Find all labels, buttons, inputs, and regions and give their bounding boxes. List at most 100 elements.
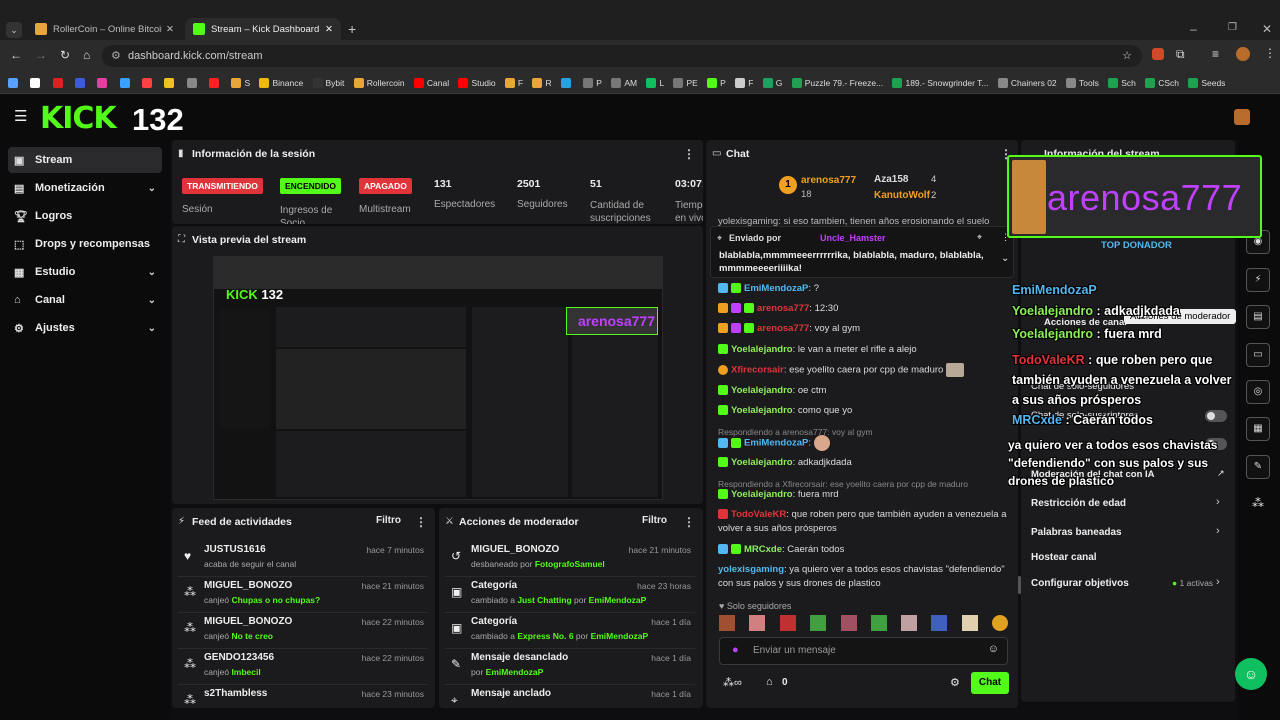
- emote[interactable]: [810, 615, 826, 631]
- kick-logo[interactable]: KICK: [40, 101, 117, 136]
- bookmark-item[interactable]: Bybit: [312, 72, 344, 93]
- extensions-icon[interactable]: ⧉: [1176, 47, 1185, 62]
- top-gifter-name[interactable]: KanutoWolf: [874, 190, 930, 201]
- tab-kick-dashboard[interactable]: Stream – Kick Dashboard ✕: [185, 18, 341, 40]
- forward-icon[interactable]: →: [35, 48, 47, 62]
- tab-rollercoin[interactable]: RollerCoin – Online Bitcoin Mini ✕: [27, 18, 182, 40]
- emote[interactable]: [780, 615, 796, 631]
- broadcast-icon[interactable]: ◎: [1246, 380, 1270, 404]
- bookmark-icon[interactable]: [186, 72, 200, 93]
- chat-settings-icon[interactable]: ⚙: [950, 676, 960, 689]
- bookmark-icon[interactable]: [52, 72, 66, 93]
- minimize-button[interactable]: –: [1190, 22, 1197, 36]
- filter-button[interactable]: Filtro: [376, 515, 401, 526]
- points-icon[interactable]: ⁂∞: [723, 676, 742, 689]
- bookmark-icon[interactable]: [164, 72, 177, 93]
- emote[interactable]: [841, 615, 857, 631]
- stream-preview-video[interactable]: KICK 132 arenosa777: [213, 256, 663, 500]
- bookmark-item[interactable]: Puzzle 79.- Freeze...: [791, 72, 883, 93]
- top-gifter-name[interactable]: Aza158: [874, 174, 908, 185]
- more-options-icon[interactable]: ⋮: [683, 147, 695, 161]
- hamburger-menu-icon[interactable]: ☰: [14, 107, 27, 125]
- feed-user[interactable]: MIGUEL_BONOZO: [204, 616, 292, 627]
- top-gifter-name[interactable]: arenosa777: [801, 175, 856, 186]
- unpin-icon[interactable]: ⌖: [977, 232, 982, 243]
- chat-user[interactable]: MRCxde: [744, 544, 782, 555]
- clip-icon[interactable]: ▦: [1246, 417, 1270, 441]
- bookmark-icon[interactable]: [97, 72, 110, 93]
- points-icon[interactable]: ⁂: [1252, 496, 1264, 510]
- extension-icon[interactable]: [1152, 48, 1164, 60]
- chat-bubble-icon[interactable]: ▭: [1246, 343, 1270, 367]
- notes-icon[interactable]: ▤: [1246, 305, 1270, 329]
- bolt-icon[interactable]: ⚡︎: [1246, 268, 1270, 292]
- chat-user[interactable]: Xfirecorsair: [731, 365, 784, 376]
- menu-icon[interactable]: ⋮: [1264, 46, 1276, 60]
- media-icon[interactable]: ≡: [1212, 47, 1219, 61]
- site-info-icon[interactable]: ⚙: [111, 45, 121, 67]
- pinned-user[interactable]: Uncle_Hamster: [820, 233, 886, 243]
- support-button[interactable]: ☺: [1235, 658, 1267, 690]
- emoji-icon[interactable]: ☺: [988, 643, 999, 655]
- maximize-button[interactable]: ❐: [1228, 22, 1237, 33]
- emote[interactable]: [749, 615, 765, 631]
- bookmark-item[interactable]: S: [231, 72, 250, 93]
- chat-user[interactable]: Yoelalejandro: [731, 385, 793, 396]
- close-icon[interactable]: ✕: [166, 24, 174, 35]
- bookmark-item[interactable]: 189.- Snowgrinder T...: [892, 72, 988, 93]
- bookmark-item[interactable]: [560, 72, 574, 93]
- chat-user[interactable]: Yoelalejandro: [731, 457, 793, 468]
- feed-user[interactable]: MIGUEL_BONOZO: [204, 580, 292, 591]
- window-close-button[interactable]: ✕: [1262, 22, 1272, 36]
- feed-user[interactable]: s2Thambless: [204, 688, 267, 699]
- bookmark-icon[interactable]: [75, 72, 88, 93]
- bookmark-item[interactable]: Canal: [413, 72, 449, 93]
- bookmark-item[interactable]: Rollercoin: [353, 72, 405, 93]
- chat-user[interactable]: arenosa777: [757, 303, 809, 314]
- sidebar-item-achievements[interactable]: 🏆︎ Logros: [8, 203, 162, 229]
- bookmark-item[interactable]: Studio: [458, 72, 496, 93]
- bookmark-item[interactable]: G: [762, 72, 782, 93]
- age-restriction-item[interactable]: Restricción de edad: [1031, 498, 1126, 509]
- bookmark-item[interactable]: L: [646, 72, 664, 93]
- emote[interactable]: [901, 615, 917, 631]
- reload-icon[interactable]: ↻: [60, 48, 70, 62]
- bookmark-item[interactable]: F: [504, 72, 523, 93]
- bookmark-item[interactable]: AM: [611, 72, 637, 93]
- bookmark-item[interactable]: Binance: [259, 72, 303, 93]
- sidebar-item-channel[interactable]: ⌂ Canal ⌄: [8, 287, 162, 313]
- emote[interactable]: [719, 615, 735, 631]
- chat-user[interactable]: Yoelalejandro: [731, 489, 793, 500]
- emote[interactable]: [992, 615, 1008, 631]
- chat-user[interactable]: TodoValeKR: [731, 509, 786, 520]
- tab-list-button[interactable]: ⌄: [6, 22, 22, 38]
- subscribers-only-toggle[interactable]: [1205, 410, 1227, 422]
- configure-goals-item[interactable]: Configurar objetivos: [1031, 578, 1129, 589]
- emote[interactable]: [871, 615, 887, 631]
- url-field[interactable]: ⚙ dashboard.kick.com/stream ☆: [102, 45, 1142, 67]
- host-channel-item[interactable]: Hostear canal: [1031, 552, 1097, 563]
- bookmark-folder[interactable]: Chainers 02: [997, 72, 1057, 93]
- chat-input[interactable]: ● Enviar un mensaje ☺: [719, 637, 1008, 665]
- bookmark-item[interactable]: Seeds: [1188, 72, 1225, 93]
- new-tab-button[interactable]: +: [348, 21, 356, 37]
- emote[interactable]: [931, 615, 947, 631]
- chat-user[interactable]: EmiMendozaP: [744, 438, 808, 449]
- bookmark-star-icon[interactable]: ☆: [1122, 45, 1132, 67]
- bookmark-apps[interactable]: [8, 72, 21, 93]
- feed-user[interactable]: JUSTUS1616: [204, 544, 266, 555]
- sidebar-item-settings[interactable]: ⚙ Ajustes ⌄: [8, 315, 162, 341]
- bookmark-icon[interactable]: [142, 72, 155, 93]
- chat-user[interactable]: yolexisgaming: [718, 564, 784, 575]
- bookmark-item[interactable]: PE: [673, 72, 698, 93]
- profile-avatar[interactable]: [1236, 47, 1250, 61]
- sidebar-item-drops[interactable]: ⬚ Drops y recompensas: [8, 231, 162, 257]
- bookmark-item[interactable]: R: [532, 72, 552, 93]
- emote[interactable]: [962, 615, 978, 631]
- sidebar-item-monetization[interactable]: ▤ Monetización ⌄: [8, 175, 162, 201]
- mod-target[interactable]: MIGUEL_BONOZO: [471, 544, 559, 555]
- close-icon[interactable]: ✕: [325, 24, 333, 35]
- bookmark-item[interactable]: CSch: [1145, 72, 1179, 93]
- chat-user[interactable]: Yoelalejandro: [731, 405, 793, 416]
- user-avatar[interactable]: [1234, 109, 1250, 125]
